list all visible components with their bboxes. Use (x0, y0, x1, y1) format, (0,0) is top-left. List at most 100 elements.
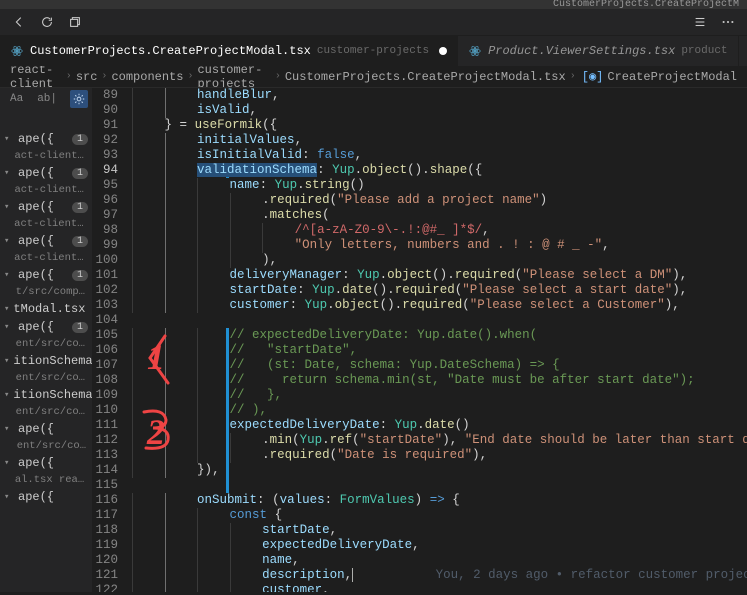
search-result-item[interactable]: ▾itionSchema,1 (0, 352, 92, 370)
breadcrumb-segment[interactable]: react-client (10, 66, 62, 88)
code-line[interactable]: 114 }), (92, 463, 747, 478)
list-icon[interactable] (691, 13, 709, 31)
code-line[interactable]: 92 initialValues, (92, 133, 747, 148)
title-action-bar (0, 9, 747, 36)
editor-tab[interactable]: CustomerProjects.CreateProjectModal.tsxc… (0, 36, 458, 66)
code-line[interactable]: 95 name: Yup.string() (92, 178, 747, 193)
breadcrumb[interactable]: react-client›src›components›customer-pro… (0, 66, 747, 88)
code-line[interactable]: 122 customer, (92, 583, 747, 592)
code-line[interactable]: 106 // "startDate", (92, 343, 747, 358)
code-line[interactable]: 118 startDate, (92, 523, 747, 538)
breadcrumb-segment[interactable]: components (111, 70, 183, 84)
code-line[interactable]: 98 /^[a-zA-Z0-9\-.!:@#_ ]*$/, (92, 223, 747, 238)
chevron-right-icon: › (275, 71, 281, 82)
code-line[interactable]: 121 description, You, 2 days ago • refac… (92, 568, 747, 583)
editor-tab[interactable]: CustomerPr (739, 36, 747, 66)
search-result-item[interactable]: ▾tModal.tsx r...1 (0, 300, 92, 318)
breadcrumb-segment[interactable]: CustomerProjects.CreateProjectModal.tsx (285, 70, 566, 84)
search-result-path[interactable]: ent/src/comp... (0, 404, 92, 420)
search-result-item[interactable]: ▾ape({1 (0, 232, 92, 250)
search-result-item[interactable]: ▾ape({1 (0, 318, 92, 336)
code-line[interactable]: 111 expectedDeliveryDate: Yup.date() (92, 418, 747, 433)
code-line[interactable]: 119 expectedDeliveryDate, (92, 538, 747, 553)
code-line[interactable]: 117 const { (92, 508, 747, 523)
code-line[interactable]: 107 // (st: Date, schema: Yup.DateSchema… (92, 358, 747, 373)
search-settings-icon[interactable] (70, 90, 88, 108)
chevron-down-icon: ▾ (4, 322, 14, 332)
tab-subtitle: product (681, 45, 727, 57)
code-line[interactable]: 102 startDate: Yup.date().required("Plea… (92, 283, 747, 298)
code-line[interactable]: 108 // return schema.min(st, "Date must … (92, 373, 747, 388)
search-result-item[interactable]: ▾ape({1 (0, 164, 92, 182)
search-result-path[interactable]: act-client/src/s... (0, 216, 92, 232)
line-number: 115 (92, 478, 132, 493)
line-number: 97 (92, 208, 132, 223)
code-line[interactable]: 89 handleBlur, (92, 88, 747, 103)
code-line[interactable]: 112 .min(Yup.ref("startDate"), "End date… (92, 433, 747, 448)
search-result-path[interactable]: act-client/src/... (0, 182, 92, 198)
code-line[interactable]: 120 name, (92, 553, 747, 568)
search-result-item[interactable]: ▾itionSchema,1 (0, 386, 92, 404)
breadcrumb-segment[interactable]: customer-projects (197, 66, 270, 88)
result-count-badge: 1 (72, 202, 88, 213)
line-number: 93 (92, 148, 132, 163)
search-result-path[interactable]: ent/src/co... (0, 438, 92, 454)
code-line[interactable]: 101 deliveryManager: Yup.object().requir… (92, 268, 747, 283)
search-result-path[interactable]: ent/src/comp... (0, 370, 92, 386)
result-label: tModal.tsx r... (13, 302, 92, 316)
search-result-path[interactable]: act-client/src/... (0, 148, 92, 164)
code-line[interactable]: 97 .matches( (92, 208, 747, 223)
code-line[interactable]: 110 // ), (92, 403, 747, 418)
line-number: 111 (92, 418, 132, 433)
line-number: 96 (92, 193, 132, 208)
kebab-icon[interactable] (719, 13, 737, 31)
code-line[interactable]: 113 .required("Date is required"), (92, 448, 747, 463)
code-line[interactable]: 116 onSubmit: (values: FormValues) => { (92, 493, 747, 508)
code-line[interactable]: 90 isValid, (92, 103, 747, 118)
search-result-item[interactable]: ▾ape({ (0, 420, 92, 438)
code-content: deliveryManager: Yup.object().required("… (132, 268, 747, 283)
code-line[interactable]: 103 customer: Yup.object().required("Ple… (92, 298, 747, 313)
files-icon[interactable] (66, 13, 84, 31)
search-result-item[interactable]: ▾ape({ (0, 488, 92, 506)
code-line[interactable]: 94 validationSchema: Yup.object().shape(… (92, 163, 747, 178)
search-result-path[interactable]: ent/src/comp... (0, 336, 92, 352)
code-content: initialValues, (132, 133, 747, 148)
code-content: onSubmit: (values: FormValues) => { (132, 493, 747, 508)
match-word[interactable]: ab| (33, 92, 61, 106)
search-result-path[interactable]: act-client/src/s... (0, 250, 92, 266)
line-number: 109 (92, 388, 132, 403)
line-number: 122 (92, 583, 132, 592)
search-result-item[interactable]: ▾ape({1 (0, 266, 92, 284)
code-line[interactable]: 99 "Only letters, numbers and . ! : @ # … (92, 238, 747, 253)
search-result-item[interactable]: ▾ape({1 (0, 130, 92, 148)
code-line[interactable]: 104 (92, 313, 747, 328)
line-number: 99 (92, 238, 132, 253)
line-number: 91 (92, 118, 132, 133)
chevron-down-icon: ▾ (4, 134, 14, 144)
editor-tab[interactable]: Product.ViewerSettings.tsxproduct (458, 36, 738, 66)
code-line[interactable]: 100 ), (92, 253, 747, 268)
search-result-path[interactable]: al.tsx react-c... (0, 472, 92, 488)
refresh-icon[interactable] (38, 13, 56, 31)
line-number: 100 (92, 253, 132, 268)
top-status-text: CustomerProjects.CreateProjectM (0, 0, 747, 9)
breadcrumb-segment[interactable]: src (76, 70, 98, 84)
search-result-item[interactable]: ▾ape({ (0, 454, 92, 472)
search-result-path[interactable]: t/src/compon... (0, 284, 92, 300)
code-line[interactable]: 93 isInitialValid: false, (92, 148, 747, 163)
chevron-down-icon: ▾ (4, 390, 9, 400)
code-line[interactable]: 115 (92, 478, 747, 493)
go-back-icon[interactable] (10, 13, 28, 31)
code-line[interactable]: 109 // }, (92, 388, 747, 403)
line-number: 98 (92, 223, 132, 238)
breadcrumb-symbol[interactable]: CreateProjectModal (607, 70, 737, 84)
search-result-item[interactable]: ▾ape({1 (0, 198, 92, 216)
line-number: 108 (92, 373, 132, 388)
code-line[interactable]: 105 // expectedDeliveryDate: Yup.date().… (92, 328, 747, 343)
code-line[interactable]: 96 .required("Please add a project name"… (92, 193, 747, 208)
code-line[interactable]: 91 } = useFormik({ (92, 118, 747, 133)
code-editor[interactable]: 89 handleBlur,90 isValid,91 } = useFormi… (92, 88, 747, 592)
result-label: itionSchema, (13, 388, 92, 402)
match-case[interactable]: Aa (6, 92, 27, 106)
